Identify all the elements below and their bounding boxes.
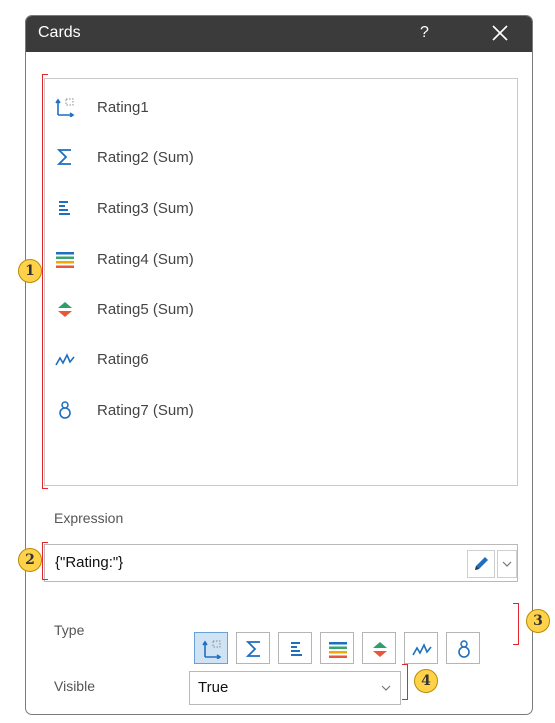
callout-bracket-expression <box>42 542 48 580</box>
type-button-sparkline[interactable] <box>404 632 438 664</box>
callout-badge-2: 2 <box>18 548 42 572</box>
chevron-down-icon[interactable] <box>497 550 517 578</box>
callout-bracket-list-bottom <box>42 488 48 489</box>
dialog-title: Cards <box>38 24 81 41</box>
cards-list[interactable]: Rating1 Rating2 (Sum) Rating3 (Sum) Rati… <box>44 78 518 486</box>
callout-bracket-list <box>42 74 43 488</box>
list-item-label: Rating2 (Sum) <box>97 149 194 166</box>
callout-bracket-visible <box>402 664 408 700</box>
cards-dialog: Cards ? Rating1 Rating2 (Sum) Rating3 (S… <box>25 15 533 715</box>
bars-icon <box>55 198 75 218</box>
bars-icon <box>291 642 302 656</box>
sparkline-icon <box>55 349 75 369</box>
callout-badge-1: 1 <box>18 259 42 283</box>
title-bar: Cards ? <box>26 16 532 52</box>
callout-bracket-type <box>513 603 519 645</box>
type-button-gauge[interactable] <box>446 632 480 664</box>
list-item-label: Rating1 <box>97 99 149 116</box>
sparkline-icon <box>412 643 432 656</box>
list-item-label: Rating5 (Sum) <box>97 301 194 318</box>
sum-icon <box>55 147 75 167</box>
list-item[interactable]: Rating2 (Sum) <box>45 137 517 177</box>
colored-bars-icon <box>55 249 75 269</box>
callout-bracket-list-top <box>42 74 48 75</box>
list-item-label: Rating7 (Sum) <box>97 402 194 419</box>
card-icon <box>55 97 75 118</box>
card-icon <box>202 640 222 659</box>
type-button-delta[interactable] <box>362 632 396 664</box>
visible-combobox[interactable]: True <box>189 671 401 705</box>
list-item[interactable]: Rating1 <box>45 87 517 127</box>
expression-label: Expression <box>54 510 124 526</box>
visible-label: Visible <box>54 678 95 694</box>
colored-bars-icon <box>329 642 347 658</box>
visible-value: True <box>198 679 229 696</box>
list-item-label: Rating6 <box>97 351 149 368</box>
up-down-arrows-icon <box>373 642 387 657</box>
type-button-colored-bars[interactable] <box>320 632 354 664</box>
expression-field[interactable]: {"Rating:"} <box>44 544 518 582</box>
gauge-icon <box>458 640 470 658</box>
callout-badge-3: 3 <box>526 609 550 633</box>
gauge-icon <box>55 400 75 420</box>
up-down-arrows-icon <box>55 299 75 319</box>
pencil-icon[interactable] <box>467 550 495 578</box>
type-button-bars[interactable] <box>278 632 312 664</box>
chevron-down-icon <box>379 682 393 694</box>
help-button[interactable]: ? <box>420 24 429 42</box>
list-item[interactable]: Rating4 (Sum) <box>45 239 517 279</box>
list-item[interactable]: Rating5 (Sum) <box>45 289 517 329</box>
list-item[interactable]: Rating3 (Sum) <box>45 188 517 228</box>
list-item-label: Rating4 (Sum) <box>97 251 194 268</box>
sum-icon <box>245 641 260 657</box>
type-button-sum[interactable] <box>236 632 270 664</box>
list-item[interactable]: Rating7 (Sum) <box>45 390 517 430</box>
close-icon[interactable] <box>488 20 512 46</box>
list-item[interactable]: Rating6 <box>45 339 517 379</box>
type-button-card[interactable] <box>194 632 228 664</box>
list-item-label: Rating3 (Sum) <box>97 200 194 217</box>
callout-badge-4: 4 <box>414 669 438 693</box>
type-label: Type <box>54 622 85 638</box>
expression-value: {"Rating:"} <box>55 554 124 571</box>
